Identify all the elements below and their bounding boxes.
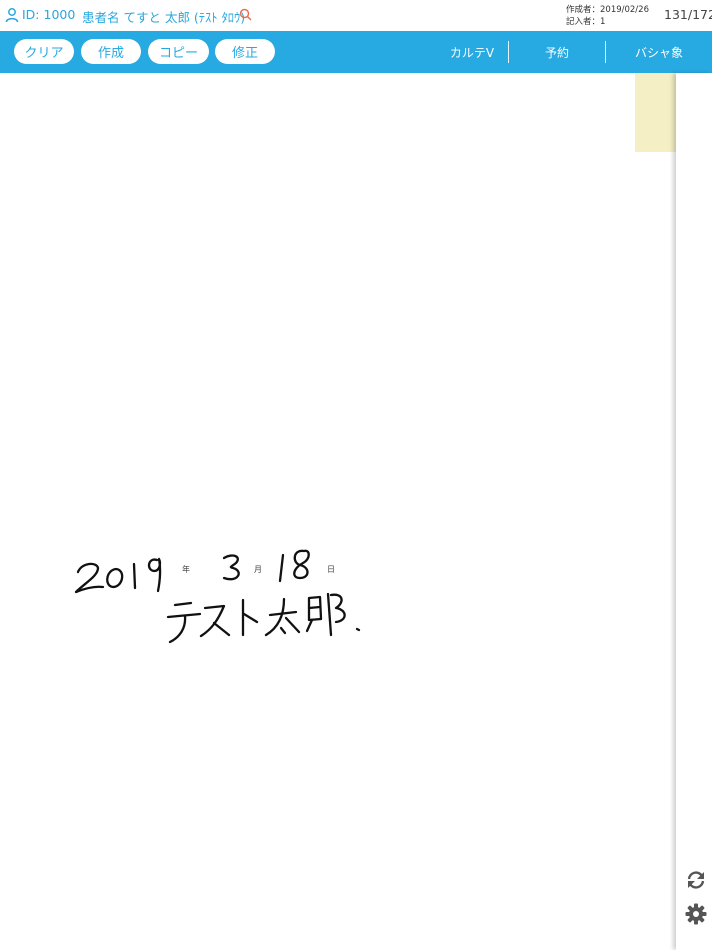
right-rail: [676, 73, 712, 950]
toolbar: クリア 作成 コピー 修正 カルテV 予約 バシャ象: [0, 31, 712, 73]
record-meta: 作成者：2019/02/26 記入者：1: [566, 4, 649, 28]
gear-icon[interactable]: [685, 903, 707, 925]
drawing-canvas[interactable]: 年 月 日: [0, 73, 676, 950]
handwriting-layer: [74, 549, 361, 644]
patient-id[interactable]: ID: 1000: [22, 7, 75, 22]
handwritten-name: [166, 592, 361, 644]
copy-button[interactable]: コピー: [148, 39, 209, 64]
user-icon: [5, 8, 19, 23]
clear-button[interactable]: クリア: [14, 39, 74, 64]
recorder-info: 記入者：1: [566, 17, 606, 27]
edit-button[interactable]: 修正: [215, 39, 275, 64]
header-bar: ID: 1000 患者名 てすと 太郎 (ﾃｽﾄ ﾀﾛｳ) 作成者：2019/0…: [0, 0, 712, 31]
create-button[interactable]: 作成: [81, 39, 141, 64]
refresh-icon[interactable]: [685, 869, 707, 891]
handwritten-date: [74, 549, 310, 594]
created-info: 作成者：2019/02/26: [566, 5, 649, 15]
search-icon[interactable]: [239, 8, 252, 21]
tab-karte-v[interactable]: カルテV: [436, 31, 508, 73]
page-counter: 131/172: [664, 7, 712, 22]
patient-name[interactable]: 患者名 てすと 太郎 (ﾃｽﾄ ﾀﾛｳ): [82, 7, 245, 26]
tab-bashazo[interactable]: バシャ象: [606, 31, 712, 73]
tab-appointment[interactable]: 予約: [509, 31, 605, 73]
